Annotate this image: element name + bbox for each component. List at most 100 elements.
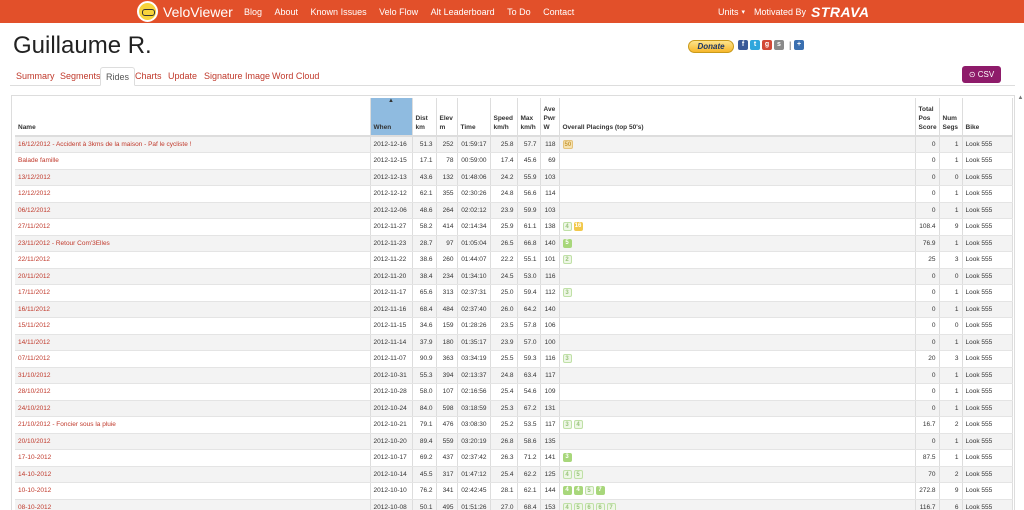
strava-logo[interactable]: STRAVA (811, 4, 869, 20)
placing-badge[interactable]: 5 (573, 469, 583, 479)
csv-export-button[interactable]: ⊙ CSV (962, 66, 1001, 83)
nav-link-blog[interactable]: Blog (244, 7, 262, 17)
table-row[interactable]: 17/11/2012 2012-11-17 65.6 313 02:37:31 25.0 5… (15, 284, 1013, 302)
table-row[interactable]: 13/12/2012 2012-12-13 43.6 132 01:48:06 24.2 5… (15, 169, 1013, 186)
placing-badge[interactable]: 5 (562, 238, 572, 248)
tab-word-cloud[interactable]: Word Cloud (267, 67, 324, 86)
cell-name[interactable]: 27/11/2012 (15, 218, 371, 236)
table-row[interactable]: 08-10-2012 2012-10-08 50.1 495 01:51:26 27.0 6… (15, 499, 1013, 510)
tab-signature-image[interactable]: Signature Image (199, 67, 275, 86)
table-row[interactable]: 20/11/2012 2012-11-20 38.4 234 01:34:10 24.5 5… (15, 268, 1013, 285)
table-row[interactable]: 22/11/2012 2012-11-22 38.6 260 01:44:07 22.2 5… (15, 251, 1013, 269)
table-row[interactable]: 21/10/2012 - Foncier sous la pluie 2012-1… (15, 416, 1013, 434)
placing-badge[interactable]: 5 (584, 486, 594, 496)
placing-badge[interactable]: 3 (562, 453, 572, 463)
col-header-placings[interactable]: Overall Placings (top 50's) (559, 98, 916, 137)
table-row[interactable]: 16/11/2012 2012-11-16 68.4 484 02:37:40 26.0 6… (15, 301, 1013, 318)
placing-badge[interactable]: 3 (562, 354, 572, 364)
placing-badge[interactable]: 6 (584, 502, 594, 510)
tab-charts[interactable]: Charts (130, 67, 167, 86)
twitter-icon[interactable]: t (750, 40, 760, 50)
col-header-pwr[interactable]: Ave Pwr W (540, 98, 560, 137)
cell-name[interactable]: 17-10-2012 (15, 449, 371, 467)
cell-name[interactable]: 28/10/2012 (15, 383, 371, 401)
col-header-dist[interactable]: Dist km (412, 98, 437, 137)
col-header-max[interactable]: Max km/h (517, 98, 541, 137)
placing-badge[interactable]: 50 (562, 140, 574, 149)
cell-name[interactable]: 17/11/2012 (15, 284, 371, 302)
placing-badge[interactable]: 4 (573, 420, 583, 430)
brand[interactable]: VeloViewer (137, 0, 233, 23)
col-header-name[interactable]: Name (15, 98, 371, 137)
facebook-icon[interactable]: f (738, 40, 748, 50)
cell-name[interactable]: 20/10/2012 (15, 433, 371, 450)
table-row[interactable]: 20/10/2012 2012-10-20 89.4 559 03:20:19 26.8 5… (15, 433, 1013, 450)
nav-link-known-issues[interactable]: Known Issues (311, 7, 367, 17)
tab-segments[interactable]: Segments (55, 67, 106, 86)
cell-name[interactable]: 12/12/2012 (15, 185, 371, 203)
cell-name[interactable]: 08-10-2012 (15, 499, 371, 510)
cell-name[interactable]: 06/12/2012 (15, 202, 371, 219)
placing-badge[interactable]: 4 (562, 486, 572, 496)
scroll-up-arrow-icon[interactable]: ▲ (1017, 95, 1024, 102)
cell-name[interactable]: 21/10/2012 - Foncier sous la pluie (15, 416, 371, 434)
cell-name[interactable]: 15/11/2012 (15, 317, 371, 335)
placing-badge[interactable]: 4 (573, 486, 583, 496)
share-icon[interactable]: s (774, 40, 784, 50)
table-row[interactable]: 14-10-2012 2012-10-14 45.5 317 01:47:12 25.4 6… (15, 466, 1013, 483)
cell-name[interactable]: 14-10-2012 (15, 466, 371, 483)
table-row[interactable]: 14/11/2012 2012-11-14 37.9 180 01:35:17 23.9 5… (15, 334, 1013, 351)
placing-badge[interactable]: 4 (562, 222, 572, 232)
cell-name[interactable]: 13/12/2012 (15, 169, 371, 186)
placing-badge[interactable]: 5 (573, 502, 583, 510)
google-plus-icon[interactable]: g (762, 40, 772, 50)
placing-badge[interactable]: 2 (562, 255, 572, 265)
table-row[interactable]: 16/12/2012 - Accident à 3kms de la maiso… (15, 136, 1013, 153)
cell-name[interactable]: 07/11/2012 (15, 350, 371, 368)
nav-link-about[interactable]: About (275, 7, 299, 17)
table-row[interactable]: 24/10/2012 2012-10-24 84.0 598 03:18:59 25.3 6… (15, 400, 1013, 417)
nav-link-velo-flow[interactable]: Velo Flow (379, 7, 418, 17)
cell-name[interactable]: 16/12/2012 - Accident à 3kms de la maiso… (15, 136, 371, 153)
col-header-elev[interactable]: Elev m (436, 98, 458, 137)
tab-update[interactable]: Update (163, 67, 202, 86)
add-icon[interactable]: + (794, 40, 804, 50)
col-header-bike[interactable]: Bike (962, 98, 1013, 137)
table-row[interactable]: 31/10/2012 2012-10-31 55.3 394 02:13:37 24.8 6… (15, 367, 1013, 384)
placing-badge[interactable]: 4 (562, 502, 572, 510)
placing-badge[interactable]: 7 (606, 502, 616, 510)
table-row[interactable]: 07/11/2012 2012-11-07 90.9 363 03:34:19 25.5 5… (15, 350, 1013, 368)
cell-name[interactable]: 20/11/2012 (15, 268, 371, 285)
col-header-pos-score[interactable]: Total Pos Score (915, 98, 940, 137)
table-row[interactable]: 06/12/2012 2012-12-06 48.6 264 02:02:12 23.9 5… (15, 202, 1013, 219)
table-row[interactable]: 10-10-2012 2012-10-10 76.2 341 02:42:45 28.1 6… (15, 482, 1013, 500)
cell-name[interactable]: 16/11/2012 (15, 301, 371, 318)
table-row[interactable]: 28/10/2012 2012-10-28 58.0 107 02:16:56 25.4 5… (15, 383, 1013, 401)
nav-link-to-do[interactable]: To Do (507, 7, 531, 17)
cell-name[interactable]: 22/11/2012 (15, 251, 371, 269)
table-row[interactable]: 23/11/2012 - Retour Com'3Elles 2012-11-23… (15, 235, 1013, 252)
placing-badge[interactable]: 16 (573, 222, 583, 232)
cell-name[interactable]: 24/10/2012 (15, 400, 371, 417)
nav-link-alt-leaderboard[interactable]: Alt Leaderboard (431, 7, 495, 17)
col-header-speed[interactable]: Speed km/h (490, 98, 518, 137)
units-dropdown[interactable]: Units ▾ (718, 0, 745, 23)
placing-badge[interactable]: 3 (562, 420, 572, 430)
tab-summary[interactable]: Summary (11, 67, 60, 86)
table-row[interactable]: 27/11/2012 2012-11-27 58.2 414 02:14:34 25.9 6… (15, 218, 1013, 236)
col-header-time[interactable]: Time (457, 98, 491, 137)
cell-name[interactable]: 10-10-2012 (15, 482, 371, 500)
placing-badge[interactable]: 7 (595, 486, 605, 496)
col-header-num-segs[interactable]: Num Segs (939, 98, 963, 137)
cell-name[interactable]: 23/11/2012 - Retour Com'3Elles (15, 235, 371, 252)
placing-badge[interactable]: 4 (562, 469, 572, 479)
placing-badge[interactable]: 3 (562, 288, 572, 298)
table-row[interactable]: 12/12/2012 2012-12-12 62.1 355 02:30:26 24.8 5… (15, 185, 1013, 203)
cell-name[interactable]: 31/10/2012 (15, 367, 371, 384)
nav-link-contact[interactable]: Contact (543, 7, 574, 17)
col-header-when[interactable]: ▲ When (370, 98, 413, 137)
cell-name[interactable]: 14/11/2012 (15, 334, 371, 351)
table-row[interactable]: 17-10-2012 2012-10-17 69.2 437 02:37:42 26.3 7… (15, 449, 1013, 467)
table-row[interactable]: Balade famille 2012-12-15 17.1 78 00:59:00 17… (15, 152, 1013, 170)
placing-badge[interactable]: 6 (595, 502, 605, 510)
